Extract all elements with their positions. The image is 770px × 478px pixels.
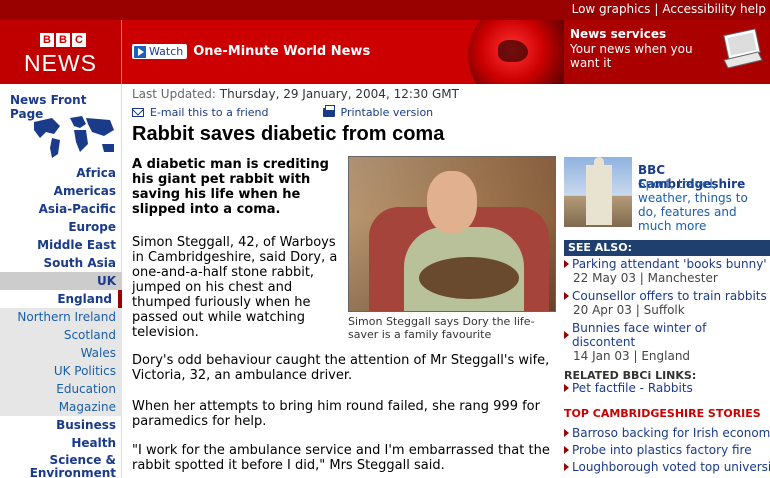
see-also-link[interactable]: Counsellor offers to train rabbits [564,289,770,303]
top-story-title: Barroso backing for Irish economy [572,425,770,440]
region-nav-list: Africa Americas Asia-Pacific Europe Midd… [0,164,122,478]
printable-version-link[interactable]: Printable version [322,105,434,119]
play-icon [134,45,146,58]
article-tools: E-mail this to a friend Printable versio… [132,105,434,119]
nav-south-asia[interactable]: South Asia [0,254,122,272]
news-services-title: News services [570,27,667,41]
accessibility-help-link[interactable]: Accessibility help [662,2,766,16]
printable-version-label: Printable version [340,106,434,119]
see-also-header: SEE ALSO: [564,240,770,256]
nav-uk-politics[interactable]: UK Politics [0,362,122,380]
promo-building [586,157,612,225]
utility-separator: | [654,2,659,16]
see-also-link[interactable]: Bunnies face winter of discontent [564,321,770,349]
nav-scotland[interactable]: Scotland [0,326,122,344]
top-utility-bar: Low graphics | Accessibility help [0,0,770,20]
nav-asia-pacific[interactable]: Asia-Pacific [0,200,122,218]
top-story-link[interactable]: Barroso backing for Irish economy [564,424,770,441]
news-services-promo[interactable]: News services Your news when you want it [564,20,770,84]
laptop-icon [723,28,763,69]
nav-health[interactable]: Health [0,434,122,452]
article-paragraph-3: When her attempts to bring him round fai… [132,399,540,429]
masthead-banner: B B C NEWS Watch One-Minute World News N… [0,20,770,84]
top-stories-header: TOP CAMBRIDGESHIRE STORIES [564,407,761,420]
nav-magazine[interactable]: Magazine [0,398,122,416]
article-headline: Rabbit saves diabetic from coma [132,123,445,145]
see-also-title: Bunnies face winter of discontent [572,321,707,349]
last-updated: Last Updated: Thursday, 29 January, 2004… [132,87,459,101]
globe-graphic [468,20,578,84]
low-graphics-link[interactable]: Low graphics [572,2,651,16]
nav-england[interactable]: England [0,290,122,308]
watch-button[interactable]: Watch [132,44,188,59]
bbc-letter-c: C [72,33,86,47]
photo-man-head [427,171,477,233]
watch-promo[interactable]: Watch One-Minute World News [132,44,370,59]
arrow-icon [564,462,569,471]
article-paragraph-4: "I work for the ambulance service and I'… [132,443,550,473]
bbc-blocks: B B C [40,33,86,47]
bbc-news-logo[interactable]: B B C NEWS [0,20,122,84]
arrow-icon [564,331,569,339]
email-friend-link[interactable]: E-mail this to a friend [132,106,269,119]
email-friend-label: E-mail this to a friend [150,106,269,119]
see-also-item: Counsellor offers to train rabbits 20 Ap… [564,289,770,321]
nav-middle-east[interactable]: Middle East [0,236,122,254]
nav-wales[interactable]: Wales [0,344,122,362]
see-also-list: Parking attendant 'books bunny' 22 May 0… [564,257,770,363]
arrow-icon [564,292,569,300]
see-also-meta: 22 May 03 | Manchester [573,271,718,285]
envelope-icon [132,108,144,117]
nav-americas[interactable]: Americas [0,182,122,200]
one-minute-world-news-link[interactable]: One-Minute World News [193,44,370,59]
arrow-icon [564,260,569,268]
world-map-icon [34,116,114,158]
printer-icon [322,105,335,117]
pet-factfile-link[interactable]: Pet factfile - Rabbits [564,381,693,395]
left-navigation: News Front Page Africa Americas Asia-Pac… [0,84,122,478]
see-also-title: Counsellor offers to train rabbits [572,289,767,303]
bbc-letter-b1: B [40,33,54,47]
article-lead: A diabetic man is crediting his giant pe… [132,157,329,217]
nav-europe[interactable]: Europe [0,218,122,236]
nav-uk[interactable]: UK [0,272,122,290]
news-services-desc: Your news when you want it [570,42,693,70]
nav-education[interactable]: Education [0,380,122,398]
article-paragraph-2: Dory's odd behaviour caught the attentio… [132,353,550,383]
article-paragraph-1: Simon Steggall, 42, of Warboys in Cambri… [132,235,338,340]
cambridgeshire-promo-image[interactable] [564,157,632,227]
top-story-link[interactable]: Probe into plastics factory fire [564,441,770,458]
top-story-title: Probe into plastics factory fire [572,442,752,457]
top-stories-list: Barroso backing for Irish economy Probe … [564,424,770,475]
news-wordmark: NEWS [24,50,97,76]
photo-caption: Simon Steggall says Dory the life-saver … [348,315,535,341]
bbc-cambridgeshire-desc[interactable]: Sport, travel, weather, things to do, fe… [638,177,770,233]
see-also-link[interactable]: Parking attendant 'books bunny' [564,257,770,271]
see-also-item: Parking attendant 'books bunny' 22 May 0… [564,257,770,289]
nav-northern-ireland[interactable]: Northern Ireland [0,308,122,326]
see-also-title: Parking attendant 'books bunny' [572,257,767,271]
see-also-meta: 20 Apr 03 | Suffolk [573,303,685,317]
arrow-icon [564,445,569,454]
pet-factfile-label: Pet factfile - Rabbits [572,381,693,395]
arrow-icon [564,428,569,437]
last-updated-label: Last Updated: [132,87,216,101]
article-photo [348,156,556,312]
watch-label: Watch [149,45,184,58]
nav-science-environment[interactable]: Science & Environment [0,452,122,478]
arrow-icon [564,384,569,392]
utility-links: Low graphics | Accessibility help [572,2,766,16]
see-also-item: Bunnies face winter of discontent 14 Jan… [564,321,770,363]
bbc-letter-b2: B [56,33,70,47]
photo-rabbit [419,257,519,299]
top-story-link[interactable]: Loughborough voted top university [564,458,770,475]
last-updated-value: Thursday, 29 January, 2004, 12:30 GMT [219,87,459,101]
nav-business[interactable]: Business [0,416,122,434]
see-also-meta: 14 Jan 03 | England [573,349,691,363]
nav-africa[interactable]: Africa [0,164,122,182]
top-story-title: Loughborough voted top university [572,459,770,474]
